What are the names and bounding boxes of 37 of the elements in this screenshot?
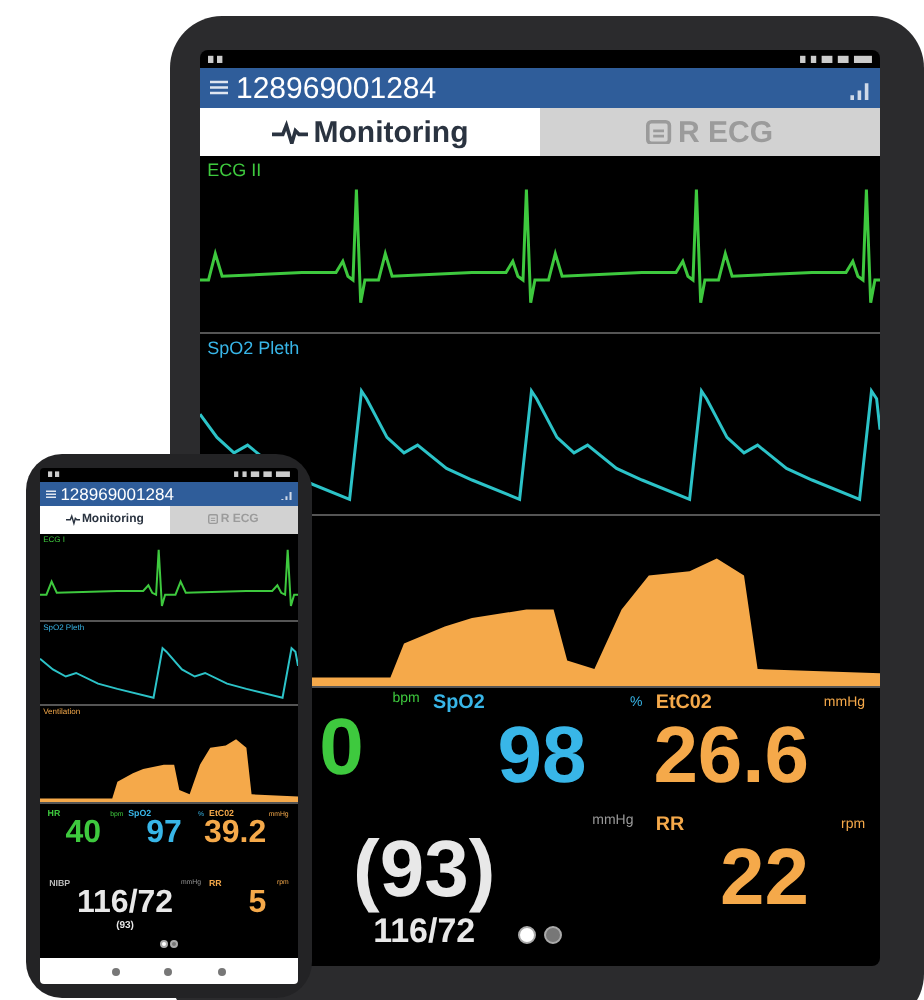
vital-subvalue: 116/72 <box>373 911 476 951</box>
vital-value: 0 <box>319 706 364 790</box>
document-icon <box>208 514 219 526</box>
vital-value: 40 <box>65 818 102 852</box>
nav-button[interactable] <box>164 967 173 975</box>
vital-label: SpO2 <box>433 692 485 714</box>
signal-icon <box>279 487 293 501</box>
page-dot[interactable] <box>518 926 537 945</box>
vital-label: EtC02 <box>655 692 712 714</box>
status-icons <box>48 470 62 480</box>
status-icons <box>800 53 872 65</box>
nav-button[interactable] <box>112 967 121 975</box>
vital-value: 39.2 <box>203 818 267 852</box>
device-id: 128969001284 <box>60 484 174 504</box>
heartbeat-icon <box>271 119 308 145</box>
vital-value: 22 <box>720 835 810 919</box>
nav-button[interactable] <box>217 967 226 975</box>
page-dot[interactable] <box>543 926 562 945</box>
vital-label: RR <box>655 813 685 835</box>
vital-value: 26.6 <box>653 714 810 798</box>
waveform-label: SpO2 Pleth <box>205 335 302 360</box>
status-icons <box>234 470 290 480</box>
vital-value: 97 <box>146 818 182 852</box>
menu-icon[interactable] <box>209 80 227 96</box>
vital-value: 98 <box>497 714 587 798</box>
page-dot[interactable] <box>159 940 168 949</box>
menu-icon[interactable] <box>45 489 56 499</box>
vital-value: 116/72 <box>77 887 174 920</box>
heartbeat-icon <box>65 514 80 526</box>
vital-value: (93) <box>353 827 496 911</box>
document-icon <box>646 119 673 145</box>
status-icons <box>208 53 226 65</box>
vital-value: 5 <box>248 887 267 921</box>
waveform-label: ECG II <box>205 157 264 182</box>
page-dot[interactable] <box>170 940 179 949</box>
device-id: 128969001284 <box>236 71 437 105</box>
tab[interactable]: Monitoring <box>200 108 540 156</box>
